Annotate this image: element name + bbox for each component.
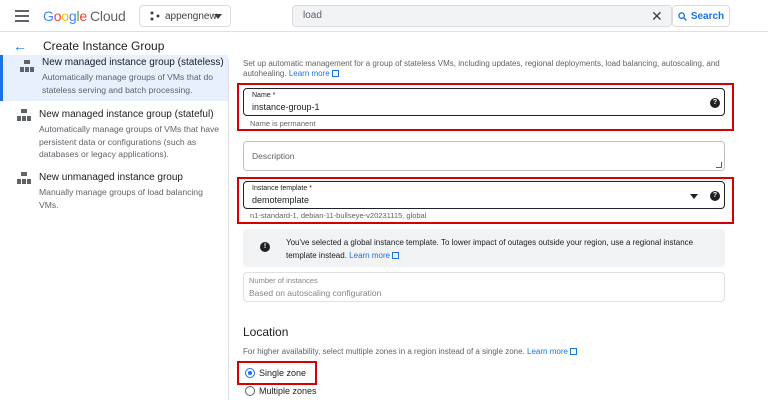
template-hint: n1-standard-1, debian-11-bullseye-v20231… (250, 211, 427, 220)
name-field[interactable]: Name * instance-group-1 ? (243, 88, 725, 116)
chevron-down-icon (214, 14, 222, 19)
logo-google: Google (43, 8, 87, 24)
search-value: load (303, 10, 322, 21)
page-title: Create Instance Group (43, 39, 165, 53)
sidebar-item-title: New managed instance group (stateless) (42, 57, 224, 68)
sidebar-item-unmanaged[interactable]: New unmanaged instance group Manually ma… (0, 172, 228, 211)
project-selector[interactable]: appengnew (139, 5, 231, 27)
intro-text: Set up automatic management for a group … (243, 59, 720, 78)
info-banner: ! You've selected a global instance temp… (243, 229, 725, 267)
sidebar-item-desc: Automatically manage groups of VMs that … (39, 124, 220, 159)
learn-more-link[interactable]: Learn more (349, 251, 390, 260)
external-link-icon (392, 252, 400, 259)
hamburger-menu-icon[interactable] (15, 10, 29, 22)
external-link-icon (331, 70, 339, 77)
sidebar-item-stateful[interactable]: New managed instance group (stateful) Au… (0, 109, 228, 161)
dropdown-arrow-icon[interactable] (690, 194, 698, 199)
help-icon[interactable]: ? (710, 191, 720, 201)
description-placeholder: Description (252, 151, 295, 161)
multiple-zones-label[interactable]: Multiple zones (259, 386, 317, 396)
instance-template-select[interactable]: Instance template * demotemplate ? (243, 181, 725, 209)
sidebar-item-desc: Manually manage groups of load balancing… (39, 187, 203, 210)
description-field[interactable]: Description (243, 141, 725, 171)
google-cloud-logo[interactable]: Google Cloud (43, 8, 126, 24)
location-heading: Location (243, 325, 289, 339)
instance-group-icon (20, 60, 34, 72)
help-icon[interactable]: ? (710, 98, 720, 108)
top-bar: Google Cloud appengnew load ✕ Search (0, 0, 768, 32)
resize-handle-icon[interactable] (716, 162, 722, 168)
group-type-sidebar: New managed instance group (stateless) A… (0, 55, 229, 400)
instance-group-icon (17, 109, 31, 121)
project-dots-icon (150, 11, 160, 21)
learn-more-link[interactable]: Learn more (289, 69, 330, 78)
name-value: instance-group-1 (252, 102, 320, 112)
project-name: appengnew (165, 10, 217, 22)
search-input[interactable]: load ✕ (292, 5, 672, 27)
instance-group-icon (17, 172, 31, 184)
create-form: Set up automatic management for a group … (229, 59, 768, 400)
template-label: Instance template * (252, 185, 312, 192)
logo-cloud: Cloud (90, 8, 126, 24)
learn-more-link[interactable]: Learn more (527, 347, 568, 356)
multiple-zones-radio[interactable] (245, 386, 255, 396)
instances-label: Number of instances (249, 276, 318, 285)
external-link-icon (569, 348, 577, 355)
arrow-back-icon[interactable]: ← (13, 39, 27, 53)
single-zone-radio[interactable] (245, 368, 255, 378)
info-text: You've selected a global instance templa… (286, 238, 694, 260)
search-button-label: Search (690, 10, 725, 22)
search-icon (678, 11, 687, 21)
search-button[interactable]: Search (672, 5, 730, 27)
single-zone-label[interactable]: Single zone (259, 368, 306, 378)
sidebar-item-title: New unmanaged instance group (39, 172, 183, 183)
instances-value: Based on autoscaling configuration (249, 288, 382, 298)
location-desc: For higher availability, select multiple… (243, 347, 577, 356)
number-of-instances-field: Number of instances Based on autoscaling… (243, 272, 725, 302)
sidebar-item-title: New managed instance group (stateful) (39, 109, 214, 120)
template-value: demotemplate (252, 195, 310, 205)
info-icon: ! (260, 242, 270, 252)
name-hint: Name is permanent (250, 119, 316, 128)
close-icon[interactable]: ✕ (651, 6, 663, 26)
name-label: Name * (252, 92, 276, 99)
sidebar-item-desc: Automatically manage groups of VMs that … (42, 72, 214, 95)
sidebar-item-stateless[interactable]: New managed instance group (stateless) A… (0, 55, 228, 101)
